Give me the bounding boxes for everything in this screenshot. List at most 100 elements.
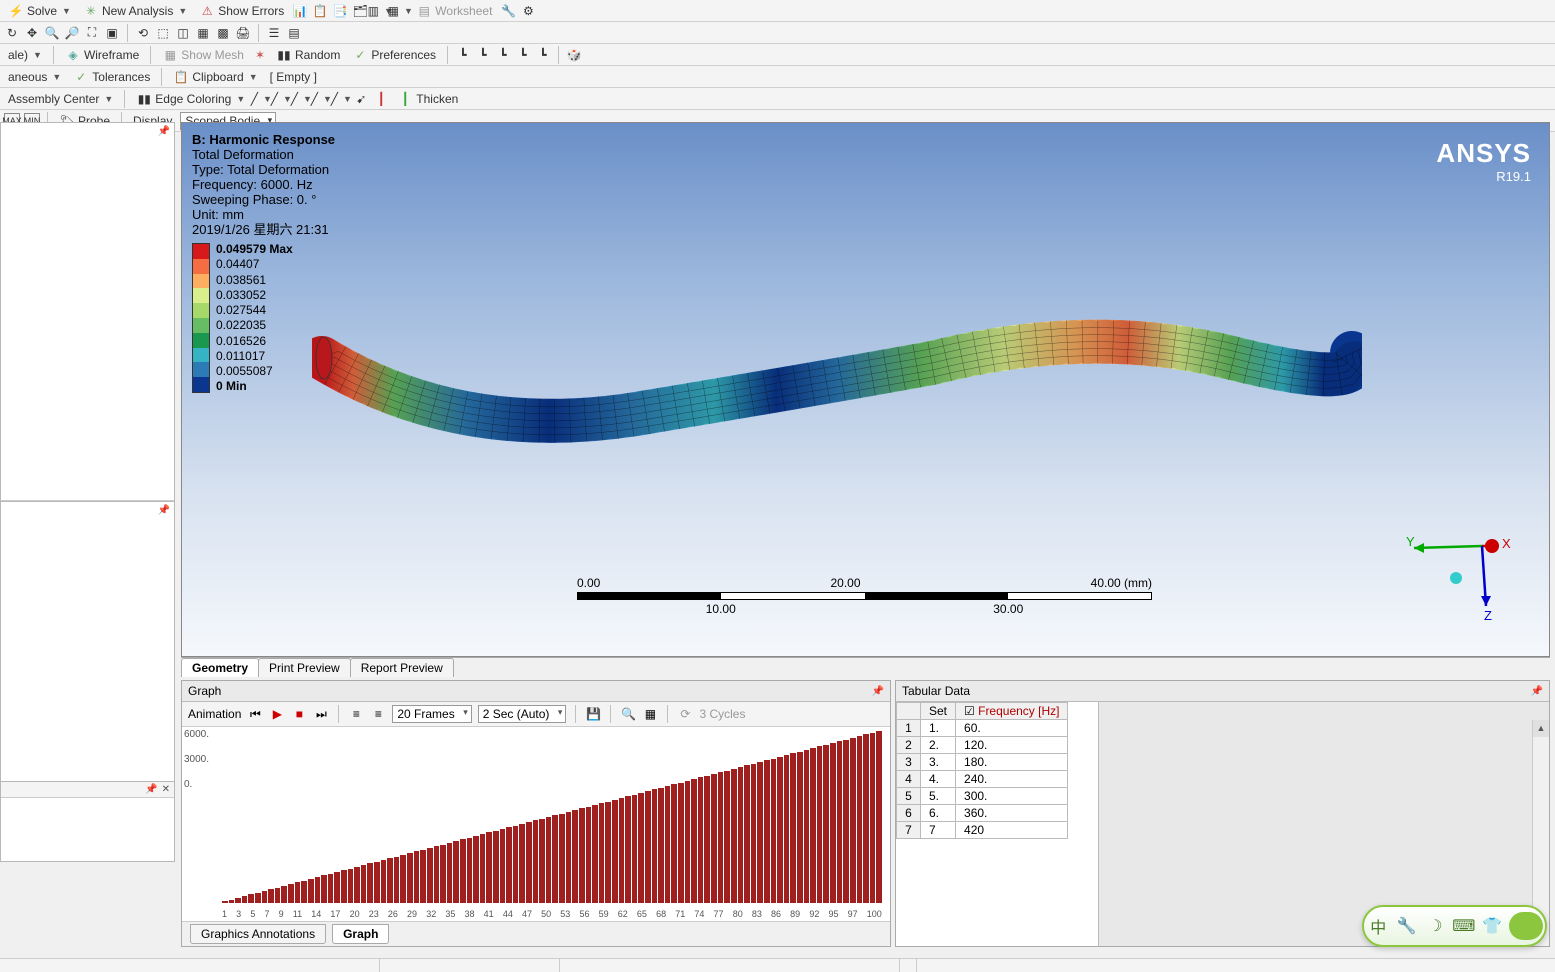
tool-dd-2[interactable]: ▦▼ bbox=[392, 3, 408, 19]
pen-icon-2[interactable]: ╱▼ bbox=[273, 91, 289, 107]
table-row[interactable]: 44.240. bbox=[897, 771, 1068, 788]
zoom-fit-icon[interactable]: ⛶ bbox=[84, 25, 100, 41]
view-icon-3[interactable]: ▩ bbox=[215, 25, 231, 41]
ime-moon-icon[interactable]: ☽ bbox=[1423, 914, 1447, 938]
tool-icon-4[interactable]: 🗂 bbox=[352, 3, 368, 19]
anim-cycle-icon[interactable]: ⟳ bbox=[677, 706, 693, 722]
pin-icon-2[interactable]: 📌 bbox=[158, 505, 170, 516]
coordinate-triad[interactable]: Y X Z bbox=[1404, 526, 1514, 621]
edge-coloring-button[interactable]: ▮▮Edge Coloring▼ bbox=[132, 90, 249, 108]
pen-icon-4[interactable]: ╱▼ bbox=[313, 91, 329, 107]
tool-icon-6[interactable]: ⚙ bbox=[520, 3, 536, 19]
messages-panel: 📌✕ bbox=[1, 781, 174, 861]
frames-select[interactable]: 20 Frames bbox=[392, 705, 471, 723]
anim-save-icon[interactable]: 💾 bbox=[585, 706, 601, 722]
col-set[interactable]: Set bbox=[921, 703, 956, 720]
preferences-button[interactable]: ✓Preferences bbox=[348, 46, 440, 64]
tool-dd-1[interactable]: ▥▼ bbox=[372, 3, 388, 19]
thicken-button[interactable]: ┃Thicken bbox=[393, 90, 462, 108]
anim-opt-icon-1[interactable]: ≡ bbox=[348, 706, 364, 722]
table-row[interactable]: 11.60. bbox=[897, 720, 1068, 737]
details-panel[interactable]: 📌 bbox=[1, 501, 174, 781]
zoom-in-icon[interactable]: 🔍 bbox=[44, 25, 60, 41]
pin-icon-4[interactable]: 📌 bbox=[872, 686, 884, 697]
ime-icon-1[interactable]: 🔧 bbox=[1395, 914, 1419, 938]
misc-dropdown[interactable]: aneous▼ bbox=[4, 69, 65, 85]
tab-graph[interactable]: Graph bbox=[332, 924, 389, 944]
k-icon[interactable]: ✶ bbox=[252, 47, 268, 63]
show-mesh-button[interactable]: ▦Show Mesh bbox=[158, 46, 248, 64]
anim-last-icon[interactable]: ⏭ bbox=[313, 706, 329, 722]
scale-dropdown[interactable]: ale)▼ bbox=[4, 47, 46, 63]
ime-lang[interactable]: 中 bbox=[1366, 914, 1390, 938]
coord-icon-4[interactable]: ┗ bbox=[515, 47, 531, 63]
ime-widget[interactable]: 中 🔧 ☽ ⌨ 👕 bbox=[1362, 905, 1547, 947]
ime-keyboard-icon[interactable]: ⌨ bbox=[1452, 914, 1476, 938]
anim-stop-icon[interactable]: ■ bbox=[291, 706, 307, 722]
tab-print-preview[interactable]: Print Preview bbox=[258, 658, 351, 677]
wireframe-icon: ◈ bbox=[65, 47, 81, 63]
graph-chart[interactable]: 6000. 3000. 0. 1357911141720232629323538… bbox=[182, 727, 890, 921]
view-icon-1[interactable]: ◫ bbox=[175, 25, 191, 41]
worksheet-button[interactable]: ▤Worksheet bbox=[412, 2, 496, 20]
anim-grid-icon[interactable]: ▦ bbox=[642, 706, 658, 722]
tab-graphics-annotations[interactable]: Graphics Annotations bbox=[190, 924, 326, 944]
rotate-icon[interactable]: ⟲ bbox=[135, 25, 151, 41]
ime-logo-icon[interactable] bbox=[1509, 912, 1543, 940]
table-row[interactable]: 77420 bbox=[897, 822, 1068, 839]
tool-icon-5[interactable]: 🔧 bbox=[500, 3, 516, 19]
tool-icon-8[interactable]: ▤ bbox=[286, 25, 302, 41]
result-type: Type: Total Deformation bbox=[192, 163, 335, 178]
print-icon[interactable]: 🖨 bbox=[235, 25, 251, 41]
pen-icon-3[interactable]: ╱▼ bbox=[293, 91, 309, 107]
pin-icon[interactable]: 📌 bbox=[158, 126, 170, 137]
tool-icon-7[interactable]: ☰ bbox=[266, 25, 282, 41]
assembly-center-button[interactable]: Assembly Center▼ bbox=[4, 91, 117, 107]
table-row[interactable]: 66.360. bbox=[897, 805, 1068, 822]
tool-icon-2[interactable]: 📋 bbox=[312, 3, 328, 19]
pen-icon-1[interactable]: ╱▼ bbox=[253, 91, 269, 107]
outline-panel: 📌 📌 📌✕ bbox=[0, 122, 175, 862]
tool-icon-1[interactable]: 📊 bbox=[292, 3, 308, 19]
wireframe-button[interactable]: ◈Wireframe bbox=[61, 46, 143, 64]
table-row[interactable]: 55.300. bbox=[897, 788, 1068, 805]
close-icon[interactable]: ✕ bbox=[162, 784, 170, 795]
graphics-viewport[interactable]: B: Harmonic Response Total Deformation T… bbox=[181, 122, 1550, 657]
pin-icon-3[interactable]: 📌 bbox=[145, 784, 157, 795]
random-button[interactable]: ▮▮Random bbox=[272, 46, 344, 64]
anim-opt-icon-2[interactable]: ≡ bbox=[370, 706, 386, 722]
tab-geometry[interactable]: Geometry bbox=[181, 658, 259, 677]
solve-button[interactable]: ⚡Solve▼ bbox=[4, 2, 75, 20]
pen-icon-5[interactable]: ╱▼ bbox=[333, 91, 349, 107]
h-icon[interactable]: ┃ bbox=[373, 91, 389, 107]
new-analysis-button[interactable]: ✳New Analysis▼ bbox=[79, 2, 191, 20]
zoom-box-icon[interactable]: ▣ bbox=[104, 25, 120, 41]
zoom-out-icon[interactable]: 🔎 bbox=[64, 25, 80, 41]
refresh-icon[interactable]: ↻ bbox=[4, 25, 20, 41]
iso-icon[interactable]: ⬚ bbox=[155, 25, 171, 41]
tab-report-preview[interactable]: Report Preview bbox=[350, 658, 454, 677]
toolbar-row-1: ⚡Solve▼ ✳New Analysis▼ ⚠Show Errors 📊 📋 … bbox=[0, 0, 1555, 22]
cube-icon[interactable]: 🎲 bbox=[566, 47, 582, 63]
col-frequency[interactable]: ☑ Frequency [Hz] bbox=[956, 703, 1068, 720]
coord-icon-5[interactable]: ┗ bbox=[535, 47, 551, 63]
duration-select[interactable]: 2 Sec (Auto) bbox=[478, 705, 567, 723]
anim-first-icon[interactable]: ⏮ bbox=[247, 706, 263, 722]
anim-zoom-icon[interactable]: 🔍 bbox=[620, 706, 636, 722]
pan-icon[interactable]: ✥ bbox=[24, 25, 40, 41]
table-row[interactable]: 33.180. bbox=[897, 754, 1068, 771]
pin-icon-5[interactable]: 📌 bbox=[1531, 686, 1543, 697]
coord-icon-1[interactable]: ┗ bbox=[455, 47, 471, 63]
outline-tree[interactable]: 📌 bbox=[1, 123, 174, 501]
coord-icon-3[interactable]: ┗ bbox=[495, 47, 511, 63]
tolerances-button[interactable]: ✓Tolerances bbox=[69, 68, 154, 86]
clipboard-button[interactable]: 📋Clipboard▼ bbox=[169, 68, 261, 86]
view-icon-2[interactable]: ▦ bbox=[195, 25, 211, 41]
tool-icon-3[interactable]: 📑 bbox=[332, 3, 348, 19]
anim-play-icon[interactable]: ▶ bbox=[269, 706, 285, 722]
table-row[interactable]: 22.120. bbox=[897, 737, 1068, 754]
pointer-icon[interactable]: ➹ bbox=[353, 91, 369, 107]
ime-shirt-icon[interactable]: 👕 bbox=[1480, 914, 1504, 938]
coord-icon-2[interactable]: ┗ bbox=[475, 47, 491, 63]
show-errors-button[interactable]: ⚠Show Errors bbox=[195, 2, 288, 20]
